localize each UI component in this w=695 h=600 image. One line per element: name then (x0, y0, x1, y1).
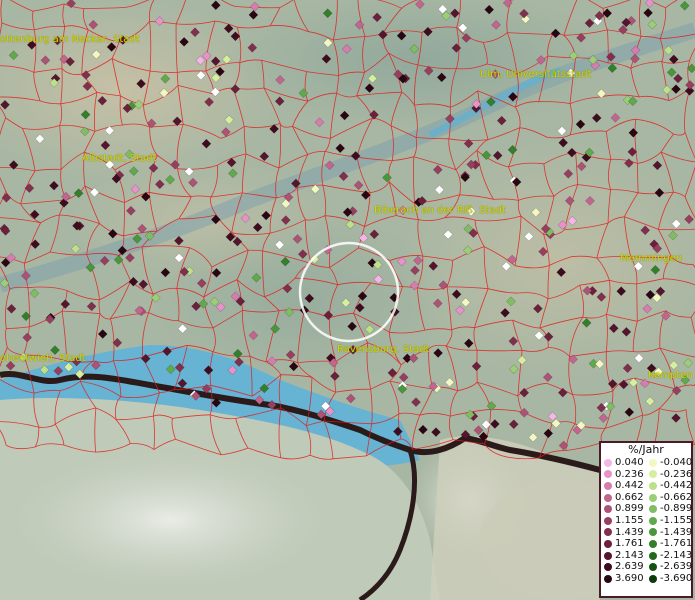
legend-entry: 0.040 (601, 457, 646, 469)
legend-swatch (649, 481, 657, 490)
legend-entry: 2.639 (601, 561, 646, 573)
legend-swatch (604, 458, 612, 467)
legend-swatch (649, 458, 657, 467)
legend-entry: -1.155 (646, 514, 693, 527)
legend-value: -1.155 (660, 514, 693, 526)
legend-value: 1.439 (615, 526, 644, 538)
legend-row: 1.761 -1.761 (601, 538, 693, 550)
legend-value: -0.236 (660, 468, 693, 480)
legend-swatch (649, 505, 657, 514)
legend-value: -0.442 (660, 480, 693, 492)
legend-value: -2.143 (660, 549, 693, 561)
legend-row: 2.639 -2.639 (601, 561, 693, 573)
legend-entry: -0.442 (646, 480, 693, 492)
legend-title: %/Jahr (628, 443, 664, 456)
legend-swatch (604, 574, 612, 583)
legend-entry: 0.662 (601, 492, 646, 504)
legend-value: 2.143 (615, 549, 644, 561)
legend-value: 3.690 (615, 572, 644, 584)
legend-value: -0.040 (660, 457, 693, 468)
legend-value: -0.899 (660, 503, 693, 515)
city-label-ulm: Ulm, Universitätsstadt (480, 69, 592, 80)
legend-value: 0.442 (615, 480, 644, 492)
legend-row: 3.690 -3.690 (601, 572, 693, 585)
legend-entry: -3.690 (646, 572, 693, 585)
legend-entry: -0.040 (646, 457, 693, 469)
legend-rows: 0.040 -0.040 0.236 -0.236 0.442 -0.442 0.662 -0… (601, 457, 693, 585)
legend-entry: 1.439 (601, 527, 646, 539)
city-label-rottenburg: ottenburg am Neckar, Stadt (0, 34, 140, 45)
legend-value: -0.662 (660, 491, 693, 503)
legend-entry: 3.690 (601, 573, 646, 585)
legend-swatch (649, 574, 657, 583)
legend-value: -1.439 (660, 526, 693, 538)
legend-swatch (604, 493, 612, 502)
legend-swatch (649, 528, 657, 537)
legend-row: 1.155 -1.155 (601, 514, 693, 527)
legend-value: 0.899 (615, 503, 644, 515)
city-label-albstadt: Albstadt, Stadt (82, 153, 157, 164)
legend-swatch (604, 539, 612, 548)
legend-value: 0.662 (615, 491, 644, 503)
legend-entry: 0.236 (601, 469, 646, 481)
legend-entry: 1.761 (601, 538, 646, 550)
city-label-ravensburg: Ravensburg, Stadt (337, 344, 430, 355)
legend-entry: 1.155 (601, 515, 646, 527)
legend-value: 1.155 (615, 514, 644, 526)
city-label-biberach: Biberach an der Riß, Stadt (374, 205, 506, 216)
legend-row: 0.236 -0.236 (601, 468, 693, 481)
legend-swatch (604, 551, 612, 560)
legend-entry: -0.899 (646, 503, 693, 515)
legend-swatch (649, 551, 657, 560)
legend-value: -1.761 (660, 538, 693, 550)
legend-value: -2.639 (660, 561, 693, 573)
legend-swatch (604, 563, 612, 572)
legend-entry: -0.236 (646, 468, 693, 481)
legend-swatch (649, 516, 657, 525)
legend-value: 2.639 (615, 561, 644, 573)
legend-entry: -2.639 (646, 561, 693, 573)
legend-swatch (604, 470, 612, 479)
legend-value: 1.761 (615, 538, 644, 550)
city-label-singen: ohentwiel), Stadt (0, 353, 86, 364)
legend-entry: 2.143 (601, 550, 646, 562)
legend-swatch (649, 493, 657, 502)
city-label-kempten: Kempten ( (648, 370, 695, 381)
legend-row: 0.442 -0.442 (601, 480, 693, 492)
legend-value: 0.040 (615, 457, 644, 468)
legend-row: 0.040 -0.040 (601, 457, 693, 469)
legend-entry: -2.143 (646, 549, 693, 562)
legend-swatch (649, 563, 657, 572)
legend-swatch (649, 539, 657, 548)
legend-row: 1.439 -1.439 (601, 526, 693, 539)
city-label-memmingen: Memmingen (620, 253, 683, 264)
legend-swatch (649, 470, 657, 479)
legend-entry: 0.899 (601, 503, 646, 515)
legend-row: 0.899 -0.899 (601, 503, 693, 515)
legend-row: 0.662 -0.662 (601, 491, 693, 504)
legend-swatch (604, 528, 612, 537)
legend-swatch (604, 481, 612, 490)
legend-value: -3.690 (660, 572, 693, 584)
legend-entry: -1.439 (646, 526, 693, 539)
legend-entry: -0.662 (646, 491, 693, 504)
legend-value: 0.236 (615, 468, 644, 480)
map-canvas[interactable] (0, 0, 695, 600)
legend-entry: 0.442 (601, 480, 646, 492)
legend-swatch (604, 505, 612, 514)
map-legend: %/Jahr 0.040 -0.040 0.236 -0.236 0.442 -0.442… (599, 441, 693, 598)
legend-swatch (604, 516, 612, 525)
legend-row: 2.143 -2.143 (601, 549, 693, 562)
legend-entry: -1.761 (646, 538, 693, 550)
